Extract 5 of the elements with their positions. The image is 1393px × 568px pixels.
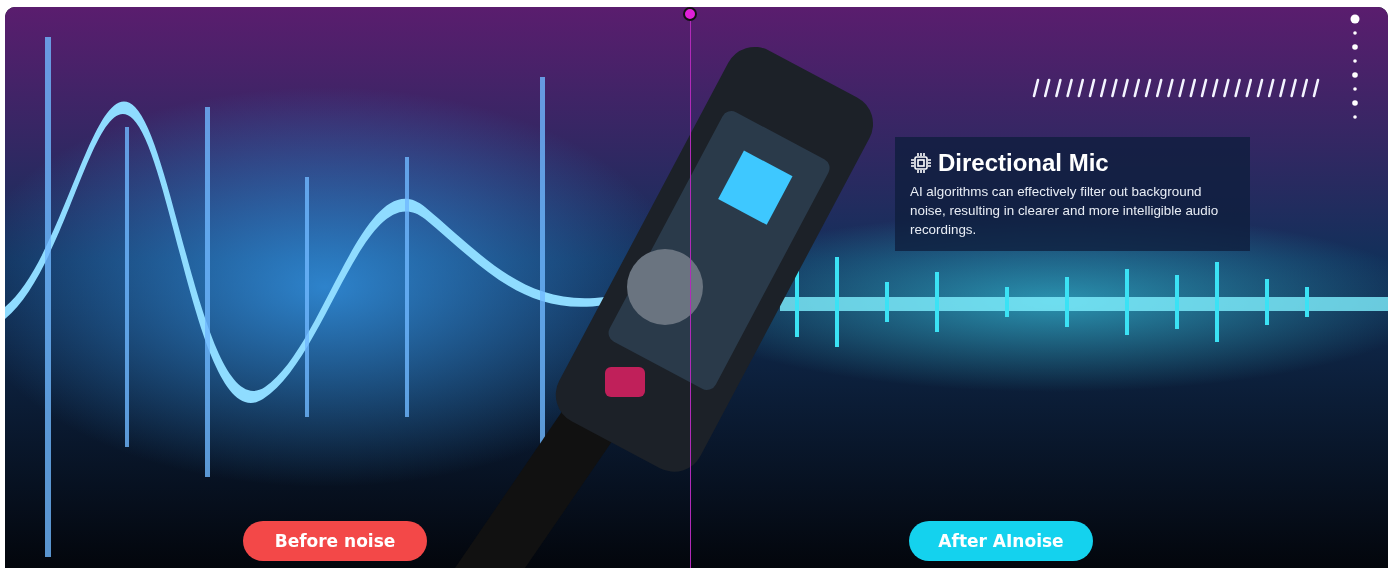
before-noise-label: Before noise [243, 521, 427, 561]
feature-title: Directional Mic [938, 149, 1109, 177]
chip-icon [910, 152, 932, 174]
after-noise-label: After AInoise [909, 521, 1093, 561]
feature-description: AI algorithms can effectively filter out background noise, resulting in clearer and more intelligible audio recordings. [910, 183, 1220, 239]
